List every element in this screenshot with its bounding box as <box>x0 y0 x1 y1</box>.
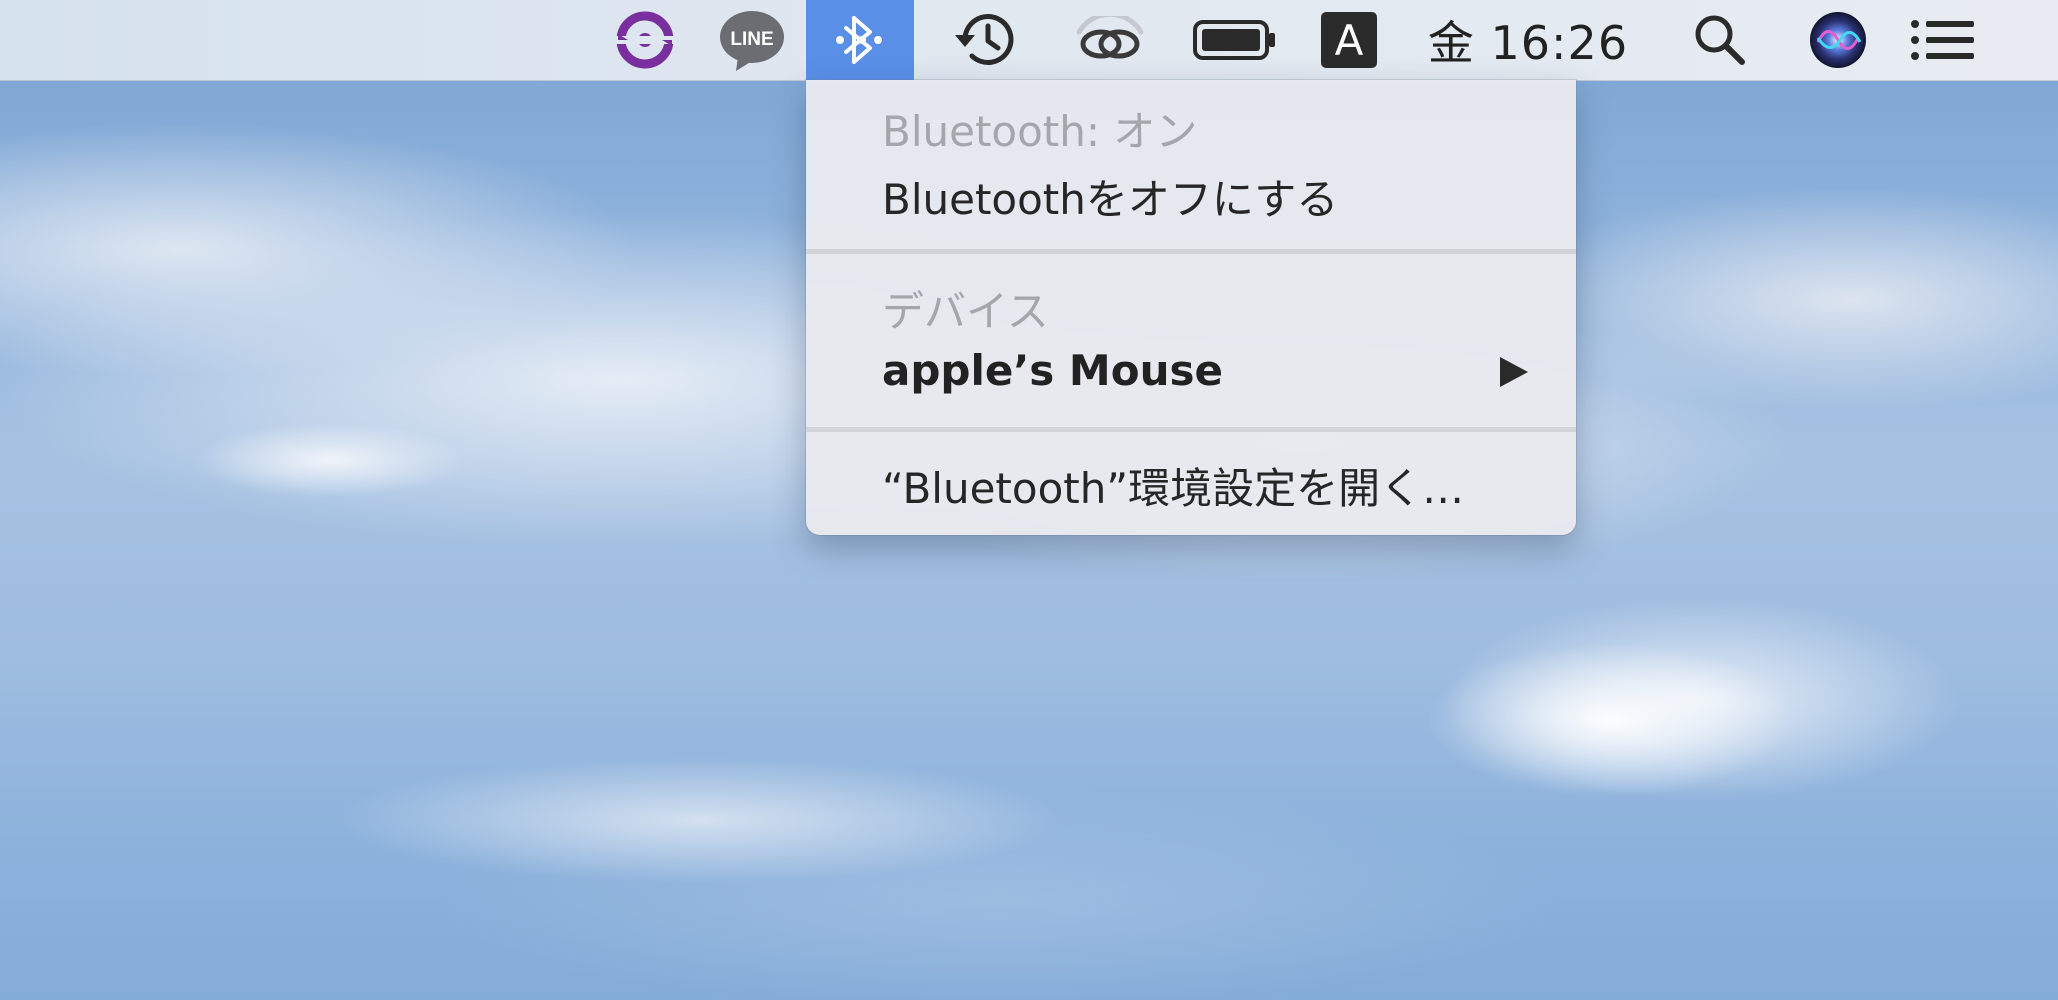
menu-bar: LINE A 金 16:26 <box>0 0 2058 81</box>
menu-separator <box>806 427 1576 432</box>
menu-separator <box>806 249 1576 254</box>
search-icon[interactable] <box>1688 0 1752 80</box>
bluetooth-status: Bluetooth: オン <box>882 107 1198 156</box>
input-source-label: A <box>1321 12 1377 68</box>
device-item-apples-mouse[interactable]: apple’s Mouse <box>882 346 1223 395</box>
link-icon[interactable] <box>1068 0 1152 80</box>
battery-icon[interactable] <box>1192 0 1278 80</box>
time-machine-icon[interactable] <box>944 0 1024 80</box>
input-source-icon[interactable]: A <box>1318 0 1380 80</box>
notification-center-icon[interactable] <box>1910 0 1976 80</box>
siri-icon[interactable] <box>1806 0 1870 80</box>
turn-off-bluetooth-item[interactable]: Bluetoothをオフにする <box>882 166 1338 227</box>
submenu-arrow-icon <box>1498 355 1530 393</box>
line-label: LINE <box>730 29 773 50</box>
open-bluetooth-preferences-item[interactable]: “Bluetooth”環境設定を開く… <box>882 455 1464 516</box>
bluetooth-icon[interactable] <box>806 0 914 80</box>
sync-icon[interactable] <box>610 0 680 80</box>
bluetooth-menu: Bluetooth: オン Bluetoothをオフにする デバイス apple… <box>806 80 1576 535</box>
line-icon[interactable]: LINE <box>714 0 790 80</box>
menubar-clock[interactable]: 金 16:26 <box>1428 0 1628 80</box>
desktop: LINE A 金 16:26 Bluetooth: オン Bluetoothをオ… <box>0 0 2058 1000</box>
devices-header: デバイス <box>882 287 1049 336</box>
